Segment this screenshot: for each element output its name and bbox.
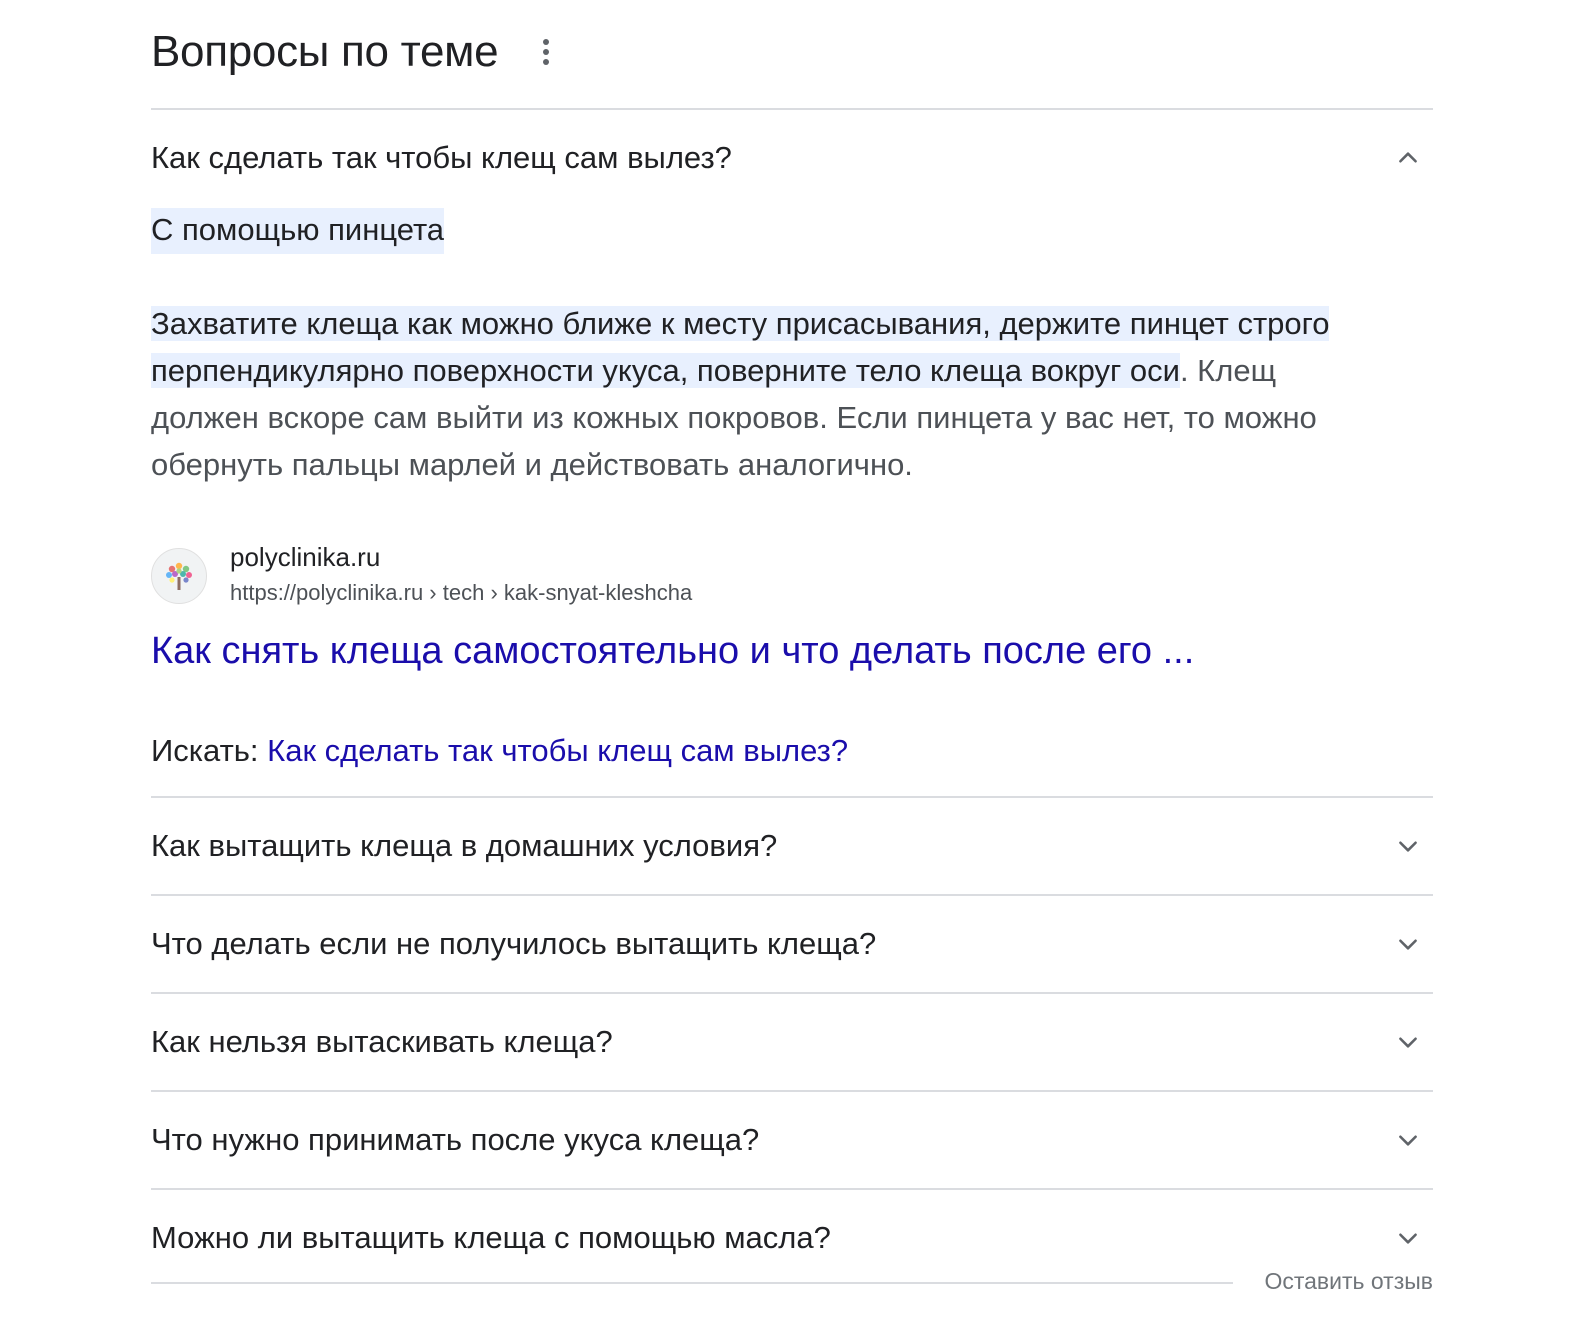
question-row[interactable]: Как нельзя вытаскивать клеща? bbox=[151, 994, 1433, 1090]
question-row[interactable]: Что делать если не получилось вытащить к… bbox=[151, 896, 1433, 992]
source-info[interactable]: polyclinika.ru https://polyclinika.ru › … bbox=[151, 540, 1433, 608]
search-suggestion: Искать: Как сделать так чтобы клещ сам в… bbox=[151, 730, 1433, 772]
source-name: polyclinika.ru bbox=[230, 542, 381, 572]
chevron-down-icon[interactable] bbox=[1395, 1225, 1421, 1251]
question-row[interactable]: Как вытащить клеща в домашних условия? bbox=[151, 798, 1433, 894]
footer-divider bbox=[151, 1282, 1233, 1284]
question-text: Как нельзя вытаскивать клеща? bbox=[151, 1024, 613, 1059]
related-questions-block: Вопросы по теме Как сделать так чтобы кл… bbox=[151, 0, 1433, 1286]
source-url: https://polyclinika.ru › tech › kak-snya… bbox=[230, 580, 693, 605]
header: Вопросы по теме bbox=[151, 0, 1433, 110]
answer-highlight: Захватите клеща как можно ближе к месту … bbox=[151, 306, 1330, 388]
section-title: Вопросы по теме bbox=[151, 27, 499, 76]
question-text: Что делать если не получилось вытащить к… bbox=[151, 926, 877, 961]
chevron-down-icon[interactable] bbox=[1395, 1029, 1421, 1055]
tree-logo-icon bbox=[151, 548, 207, 604]
question-list: Как вытащить клеща в домашних условия? Чт… bbox=[151, 798, 1433, 1286]
answer-panel: С помощью пинцета Захватите клеща как мо… bbox=[151, 206, 1433, 772]
feedback-link[interactable]: Оставить отзыв bbox=[1264, 1268, 1433, 1295]
footer: Оставить отзыв bbox=[151, 1268, 1433, 1298]
result-title-link[interactable]: Как снять клеща самостоятельно и что дел… bbox=[151, 628, 1433, 674]
question-text: Как сделать так чтобы клещ сам вылез? bbox=[151, 140, 732, 175]
chevron-up-icon[interactable] bbox=[1395, 145, 1421, 171]
search-query-link[interactable]: Как сделать так чтобы клещ сам вылез? bbox=[267, 733, 848, 768]
chevron-down-icon[interactable] bbox=[1395, 1127, 1421, 1153]
more-options-icon[interactable] bbox=[536, 34, 556, 70]
question-text: Можно ли вытащить клеща с помощью масла? bbox=[151, 1220, 831, 1255]
question-text: Как вытащить клеща в домашних условия? bbox=[151, 828, 778, 863]
question-row[interactable]: Что нужно принимать после укуса клеща? bbox=[151, 1092, 1433, 1188]
answer-title: С помощью пинцета bbox=[151, 208, 445, 254]
question-text: Что нужно принимать после укуса клеща? bbox=[151, 1122, 760, 1157]
chevron-down-icon[interactable] bbox=[1395, 833, 1421, 859]
question-row-expanded[interactable]: Как сделать так чтобы клещ сам вылез? bbox=[151, 110, 1433, 206]
chevron-down-icon[interactable] bbox=[1395, 931, 1421, 957]
answer-snippet: Захватите клеща как можно ближе к месту … bbox=[151, 300, 1391, 488]
search-label: Искать: bbox=[151, 733, 268, 768]
